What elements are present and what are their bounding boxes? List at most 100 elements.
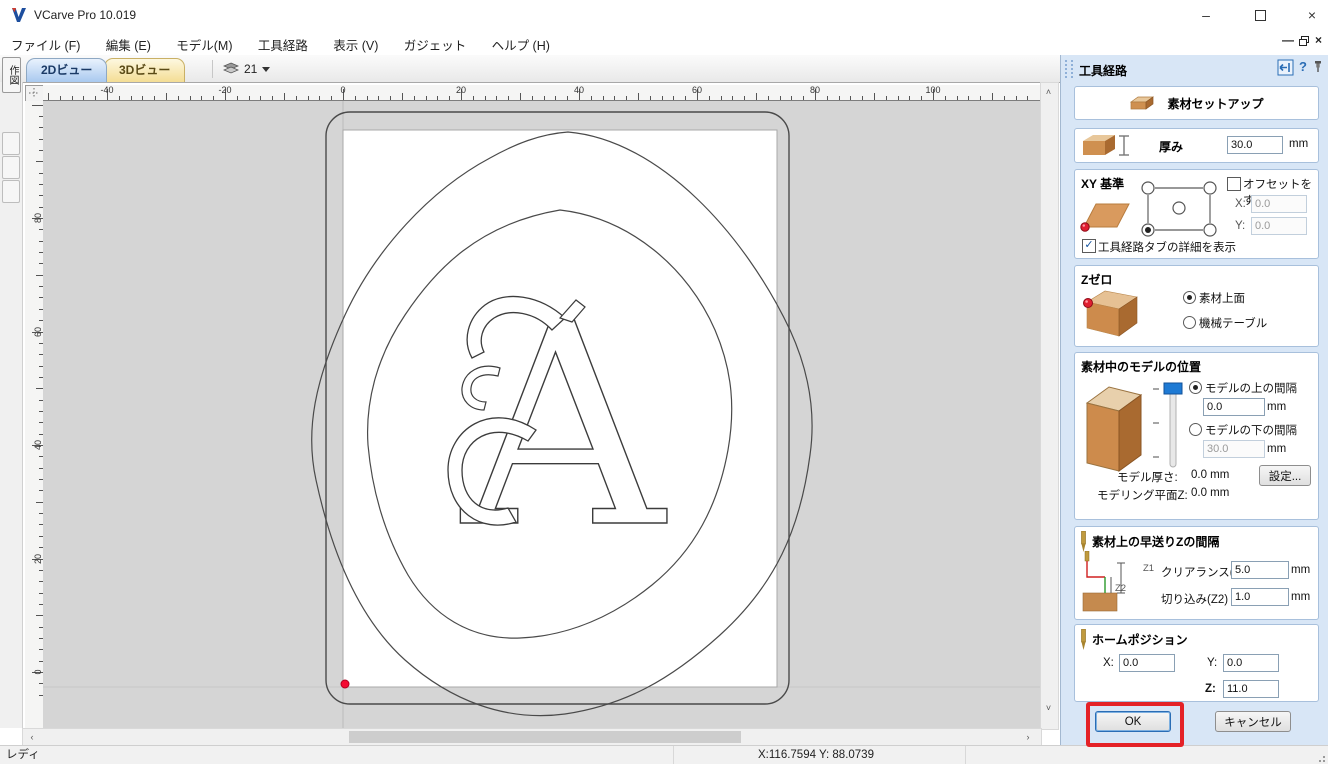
status-ready: レディ	[0, 746, 674, 764]
rapid-z-diagram	[1081, 551, 1139, 613]
ruler-tick	[367, 96, 368, 100]
material-setup-button[interactable]: 素材セットアップ	[1074, 86, 1319, 120]
ruler-label: -20	[218, 85, 231, 95]
ruler-tick	[119, 96, 120, 100]
material-surface-radio[interactable]	[1183, 291, 1196, 304]
xy-x-input[interactable]	[1251, 195, 1307, 213]
gap-above-radio[interactable]	[1189, 381, 1202, 394]
tool-strip-slot[interactable]	[2, 156, 20, 179]
scroll-right-arrow[interactable]: ›	[1023, 732, 1033, 742]
menu-model[interactable]: モデル(M)	[165, 30, 243, 54]
canvas-2d-view[interactable]: A	[43, 101, 1040, 728]
xy-datum-card: XY 基準 オフセットをする X: Y: 工具経路タブの詳細を表示	[1074, 169, 1319, 259]
layer-dropdown[interactable]: 21	[212, 60, 270, 78]
home-z-input[interactable]	[1223, 680, 1279, 698]
tab-drawing[interactable]: 作図	[2, 57, 21, 93]
panel-collapse-icon[interactable]	[1277, 59, 1294, 76]
ruler-label: -40	[100, 85, 113, 95]
settings-button[interactable]: 設定...	[1259, 465, 1311, 486]
thickness-card: 厚み mm	[1074, 128, 1319, 163]
model-position-slider[interactable]	[1151, 377, 1185, 473]
z1-tag: Z1	[1143, 563, 1154, 574]
ruler-tick	[626, 96, 627, 100]
menu-edit[interactable]: 編集 (E)	[95, 30, 162, 54]
mdi-minimize-button[interactable]: —	[1282, 33, 1294, 47]
ruler-tick	[178, 96, 179, 100]
rapid-z-title: 素材上の早送りZの間隔	[1092, 533, 1219, 550]
xy-y-label: Y:	[1235, 220, 1245, 232]
ruler-tick	[60, 96, 61, 100]
slider-handle[interactable]	[1164, 383, 1182, 394]
ruler-label: 20	[456, 85, 466, 95]
v-scrollbar[interactable]: ˄ ˅	[1040, 82, 1059, 730]
canvas-vectors: A	[43, 101, 1040, 728]
xy-y-input[interactable]	[1251, 217, 1307, 235]
scroll-left-arrow[interactable]: ‹	[27, 732, 37, 742]
close-button[interactable]: ×	[1290, 0, 1328, 30]
ruler-tick	[414, 96, 415, 100]
thickness-unit: mm	[1289, 138, 1308, 150]
ruler-tick	[744, 96, 745, 100]
tool-strip-slot[interactable]	[2, 180, 20, 203]
ruler-tick	[827, 96, 828, 100]
ruler-tick	[437, 96, 438, 100]
menu-view[interactable]: 表示 (V)	[322, 30, 389, 54]
clearance-input[interactable]	[1231, 561, 1289, 579]
home-x-input[interactable]	[1119, 654, 1175, 672]
offset-checkbox[interactable]	[1227, 177, 1241, 191]
scroll-up-arrow[interactable]: ˄	[1041, 87, 1056, 97]
tool-bit-icon	[1079, 531, 1088, 553]
layer-count: 21	[244, 62, 257, 76]
ruler-tick	[32, 105, 43, 106]
gap-above-input[interactable]	[1203, 398, 1265, 416]
home-y-input[interactable]	[1223, 654, 1279, 672]
letter-a-vector[interactable]: A	[448, 264, 668, 590]
ok-button[interactable]: OK	[1095, 711, 1171, 732]
ruler-tick	[803, 96, 804, 100]
maximize-icon	[1255, 10, 1266, 21]
ruler-label: 100	[925, 85, 940, 95]
menu-toolpath[interactable]: 工具経路	[247, 30, 319, 54]
minimize-button[interactable]: –	[1184, 0, 1228, 30]
machine-table-radio[interactable]	[1183, 316, 1196, 329]
menu-help[interactable]: ヘルプ (H)	[481, 30, 561, 54]
show-detail-checkbox[interactable]	[1082, 239, 1096, 253]
clearance-unit: mm	[1291, 564, 1310, 576]
scroll-down-arrow[interactable]: ˅	[1041, 703, 1056, 713]
h-scroll-thumb[interactable]	[349, 731, 741, 743]
mdi-close-button[interactable]: ×	[1315, 33, 1322, 47]
ruler-tick	[555, 96, 556, 100]
gap-below-input[interactable]	[1203, 440, 1265, 458]
gap-below-radio[interactable]	[1189, 423, 1202, 436]
ruler-tick	[638, 93, 639, 100]
tab-3d-view[interactable]: 3Dビュー	[104, 58, 185, 82]
layers-icon	[223, 62, 239, 76]
mdi-restore-button[interactable]	[1298, 35, 1310, 47]
xy-x-label: X:	[1235, 198, 1246, 210]
maximize-button[interactable]	[1238, 0, 1282, 30]
datum-point-marker[interactable]	[341, 680, 349, 688]
help-icon[interactable]: ?	[1299, 59, 1307, 74]
menu-gadget[interactable]: ガジェット	[393, 30, 478, 54]
ruler-tick	[249, 96, 250, 100]
status-bar: レディ X:116.7594 Y: 88.0739	[0, 745, 1328, 764]
pin-icon[interactable]	[1312, 60, 1324, 73]
home-z-label: Z:	[1205, 683, 1216, 695]
tool-strip-slot[interactable]	[2, 132, 20, 155]
ruler-tick	[650, 96, 651, 100]
ruler-tick	[473, 96, 474, 100]
modeling-plane-label: モデリング平面Z:	[1097, 487, 1188, 503]
plunge-input[interactable]	[1231, 588, 1289, 606]
xy-datum-position-selector[interactable]	[1137, 178, 1221, 240]
ruler-label: 40	[574, 85, 584, 95]
menu-file[interactable]: ファイル (F)	[0, 30, 91, 54]
ruler-tick	[780, 96, 781, 100]
ruler-label: 80	[33, 213, 43, 223]
cancel-button[interactable]: キャンセル	[1215, 711, 1291, 732]
thickness-input[interactable]	[1227, 136, 1283, 154]
ruler-tick	[95, 96, 96, 100]
panel-grip[interactable]	[1065, 60, 1073, 78]
ruler-tick	[131, 96, 132, 100]
resize-grip[interactable]	[1316, 753, 1326, 763]
tab-2d-view[interactable]: 2Dビュー	[26, 58, 107, 82]
